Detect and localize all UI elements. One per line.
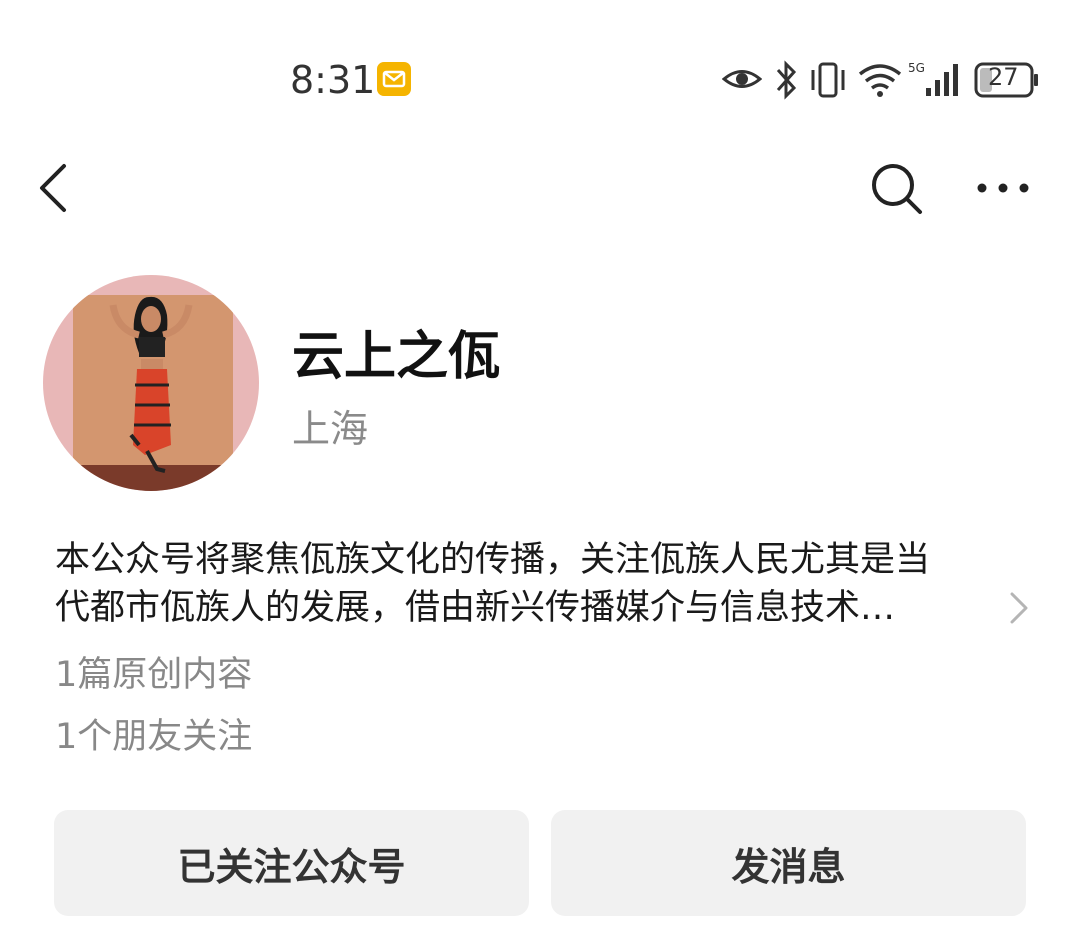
description-line: 本公众号将聚焦佤族文化的传播，关注佤族人民尤其是当 bbox=[55, 540, 931, 580]
more-icon[interactable] bbox=[976, 172, 1030, 204]
status-time: 8:31 bbox=[290, 58, 376, 102]
chevron-right-icon[interactable] bbox=[1006, 590, 1030, 626]
account-region: 上海 bbox=[292, 407, 369, 451]
back-icon[interactable] bbox=[36, 160, 76, 216]
vibrate-icon bbox=[811, 62, 845, 98]
bluetooth-icon bbox=[776, 60, 797, 100]
followed-button[interactable]: 已关注公众号 bbox=[54, 810, 529, 916]
original-content-count[interactable]: 1篇原创内容 bbox=[55, 646, 252, 697]
avatar-illustration bbox=[43, 275, 259, 491]
network-type: 5G bbox=[908, 61, 925, 75]
description-line: 代都市佤族人的发展，借由新兴传播媒介与信息技术… bbox=[55, 588, 896, 628]
account-description[interactable]: 本公众号将聚焦佤族文化的传播，关注佤族人民尤其是当 代都市佤族人的发展，借由新兴… bbox=[55, 536, 985, 632]
account-name: 云上之佤 bbox=[292, 327, 501, 387]
eye-icon bbox=[722, 70, 762, 88]
mail-icon bbox=[377, 62, 411, 96]
send-message-button[interactable]: 发消息 bbox=[551, 810, 1026, 916]
search-icon[interactable] bbox=[868, 160, 924, 216]
wifi-icon bbox=[858, 64, 902, 97]
signal-icon: 5G bbox=[908, 61, 958, 96]
avatar[interactable] bbox=[43, 275, 259, 491]
friends-following-count[interactable]: 1个朋友关注 bbox=[55, 708, 252, 759]
battery-level: 27 bbox=[988, 63, 1019, 91]
